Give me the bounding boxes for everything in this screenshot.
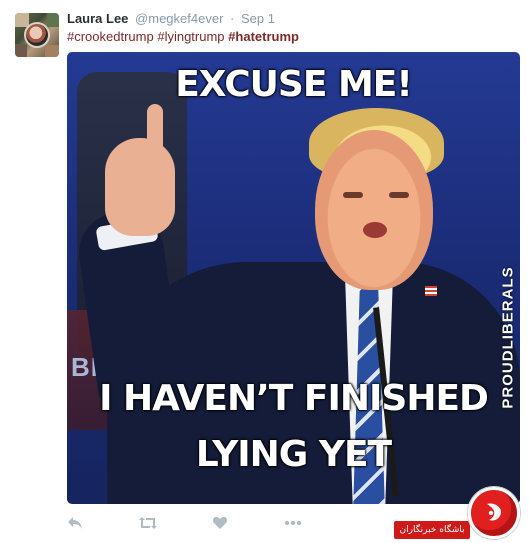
news-agency-badge: باشگاه خبرنگاران	[394, 521, 470, 539]
retweet-icon-glyph	[139, 517, 157, 529]
tweet-card: Laura Lee @megkef4ever · Sep 1 #crookedt…	[0, 0, 529, 543]
tweet-text: #crookedtrump #lyingtrump #hatetrump	[67, 28, 299, 45]
more-icon-glyph	[284, 520, 302, 526]
tweet-header: Laura Lee @megkef4ever · Sep 1	[67, 10, 275, 27]
face	[315, 130, 433, 290]
avatar-tile	[45, 45, 59, 57]
logo-icon	[487, 503, 501, 521]
meme-caption-bottom-line1: I HAVEN’T FINISHED	[99, 378, 489, 419]
raised-finger	[147, 104, 163, 162]
watermark: PROUDLIBERALS	[494, 257, 520, 417]
avatar-portrait	[24, 22, 50, 48]
like-icon[interactable]	[207, 512, 233, 534]
eye	[343, 192, 363, 198]
reply-icon[interactable]	[62, 512, 88, 534]
meme-caption-bottom-line2: LYING YET	[195, 434, 392, 475]
hashtag-link[interactable]: #lyingtrump	[157, 29, 224, 44]
author-name[interactable]: Laura Lee	[67, 11, 128, 26]
flag-pin	[425, 286, 437, 296]
avatar-tile	[15, 44, 27, 57]
avatar[interactable]	[15, 13, 59, 57]
tweet-actions	[67, 512, 327, 534]
more-icon[interactable]	[280, 512, 306, 534]
hashtag-link[interactable]: #hatetrump	[228, 29, 299, 44]
separator-dot: ·	[230, 11, 235, 26]
hand	[105, 138, 175, 236]
tweet-date[interactable]: Sep 1	[241, 11, 275, 26]
avatar-tile	[47, 13, 59, 27]
like-icon-glyph	[212, 517, 228, 529]
watermark-text: PROUDLIBERALS	[499, 265, 517, 409]
eye	[389, 192, 409, 198]
mouth	[363, 222, 387, 238]
news-agency-logo	[468, 487, 520, 539]
meme-caption-top: EXCUSE ME!	[175, 64, 413, 105]
tweet-media-image[interactable]: BRA EXCUSE ME! I HAVEN’T FINISHED LYING …	[67, 52, 520, 504]
retweet-icon[interactable]	[135, 512, 161, 534]
author-handle[interactable]: @megkef4ever	[135, 11, 223, 26]
reply-icon-glyph	[68, 517, 82, 529]
hashtag-link[interactable]: #crookedtrump	[67, 29, 154, 44]
